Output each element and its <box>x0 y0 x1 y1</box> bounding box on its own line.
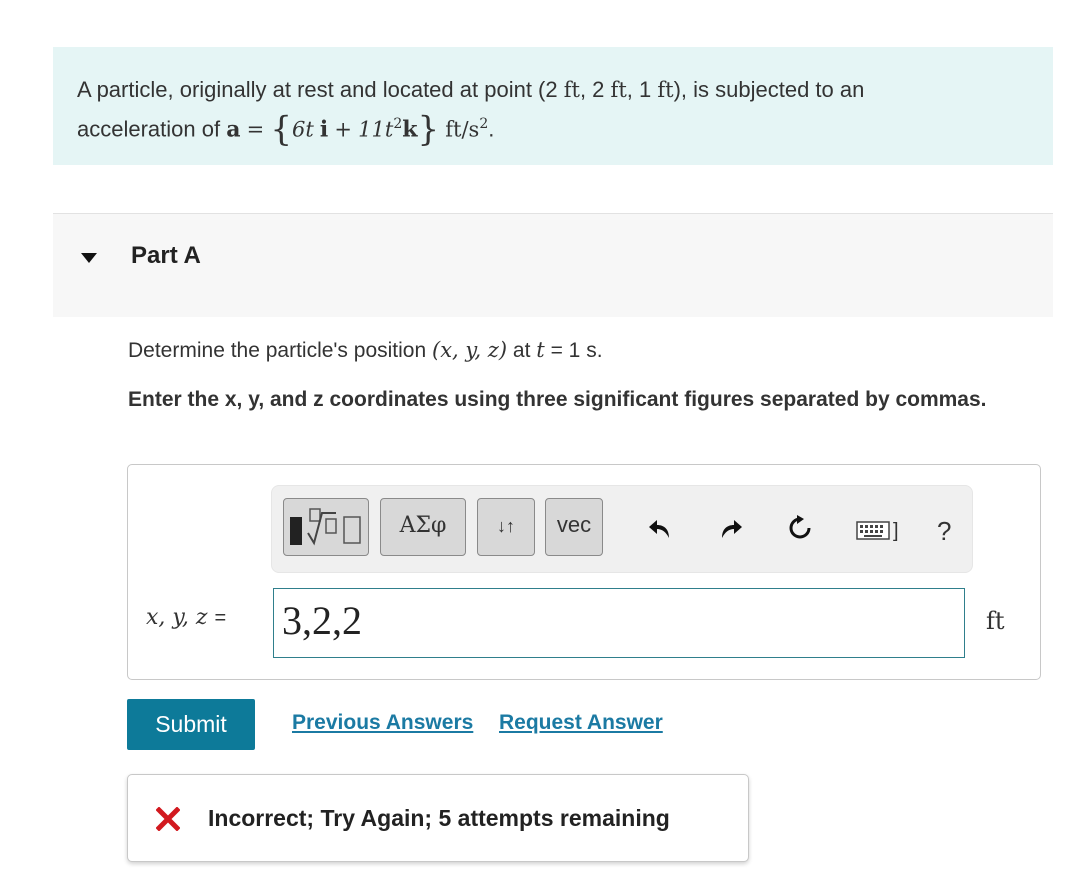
problem-line-1: A particle, originally at rest and locat… <box>77 73 1029 107</box>
term-11t2: 11t <box>358 117 394 142</box>
templates-button[interactable] <box>283 498 369 556</box>
exponent: 2 <box>479 116 489 132</box>
equals-sign: = <box>246 117 265 142</box>
question-text-part: Determine the particle's position <box>128 339 427 362</box>
coordinates-math: (x, y, z) <box>432 338 508 362</box>
term-6t: 6t <box>291 117 314 142</box>
answer-box: ΑΣφ ↓↑ vec ] ? x, y, z = 3,2,2 ft <box>127 464 1041 680</box>
feedback-box: Incorrect; Try Again; 5 attempts remaini… <box>127 774 749 862</box>
answer-prefix: x, y, z = <box>146 605 226 630</box>
question-text-part: = 1 s. <box>550 339 603 362</box>
vector-button[interactable]: vec <box>545 498 603 556</box>
problem-text: acceleration of <box>77 116 221 142</box>
unit-ft: ft <box>563 78 580 102</box>
math-toolbar: ΑΣφ ↓↑ vec ] ? <box>271 485 973 573</box>
redo-icon[interactable] <box>718 516 744 542</box>
undo-icon[interactable] <box>647 516 673 542</box>
keyboard-icon[interactable] <box>856 520 890 542</box>
greek-label: ΑΣφ <box>399 513 447 538</box>
greek-symbols-button[interactable]: ΑΣφ <box>380 498 466 556</box>
problem-text: A particle, originally at rest and locat… <box>77 77 558 102</box>
arrows-label: ↓↑ <box>497 516 515 536</box>
incorrect-x-icon <box>156 807 180 831</box>
reset-icon[interactable] <box>786 514 814 542</box>
request-answer-link[interactable]: Request Answer <box>499 711 663 735</box>
close-brace: } <box>417 109 440 150</box>
time-variable: t <box>536 338 545 362</box>
problem-line-2: acceleration of a = {6t i + 11t2k} ft/s2… <box>77 107 1029 146</box>
vec-label: vec <box>556 512 592 537</box>
answer-variables: x, y, z <box>146 605 208 630</box>
plus-sign: + <box>334 117 353 142</box>
question-text: Determine the particle's position (x, y,… <box>128 338 603 363</box>
answer-input[interactable]: 3,2,2 <box>273 588 965 658</box>
templates-icon <box>290 508 361 546</box>
instruction-text: Enter the x, y, and z coordinates using … <box>128 388 987 411</box>
collapse-caret-icon[interactable] <box>81 253 97 263</box>
period: . <box>488 116 495 142</box>
unit-ft: ft <box>610 78 627 102</box>
question-text-part: at <box>512 339 531 362</box>
feedback-message: Incorrect; Try Again; 5 attempts remaini… <box>208 805 670 831</box>
arrows-button[interactable]: ↓↑ <box>477 498 535 556</box>
problem-text: ), is subjected to an <box>673 77 865 102</box>
problem-text: , 2 <box>579 77 605 102</box>
keyboard-bracket: ] <box>893 520 899 542</box>
open-brace: { <box>270 109 292 150</box>
unit-vector-k: k <box>402 116 418 143</box>
previous-answers-link[interactable]: Previous Answers <box>292 711 473 735</box>
help-icon[interactable]: ? <box>937 516 951 547</box>
answer-unit: ft <box>986 607 1005 635</box>
problem-text: , 1 <box>626 77 652 102</box>
part-title: Part A <box>131 242 201 269</box>
exponent: 2 <box>393 116 403 132</box>
acceleration-symbol: a <box>226 116 241 143</box>
acceleration-unit: ft/s <box>445 117 480 142</box>
part-header[interactable]: Part A <box>53 213 1053 317</box>
answer-equals: = <box>214 607 227 629</box>
unit-vector-i: i <box>319 116 329 143</box>
unit-ft: ft <box>657 78 674 102</box>
submit-button[interactable]: Submit <box>127 699 255 750</box>
problem-statement: A particle, originally at rest and locat… <box>53 47 1053 165</box>
